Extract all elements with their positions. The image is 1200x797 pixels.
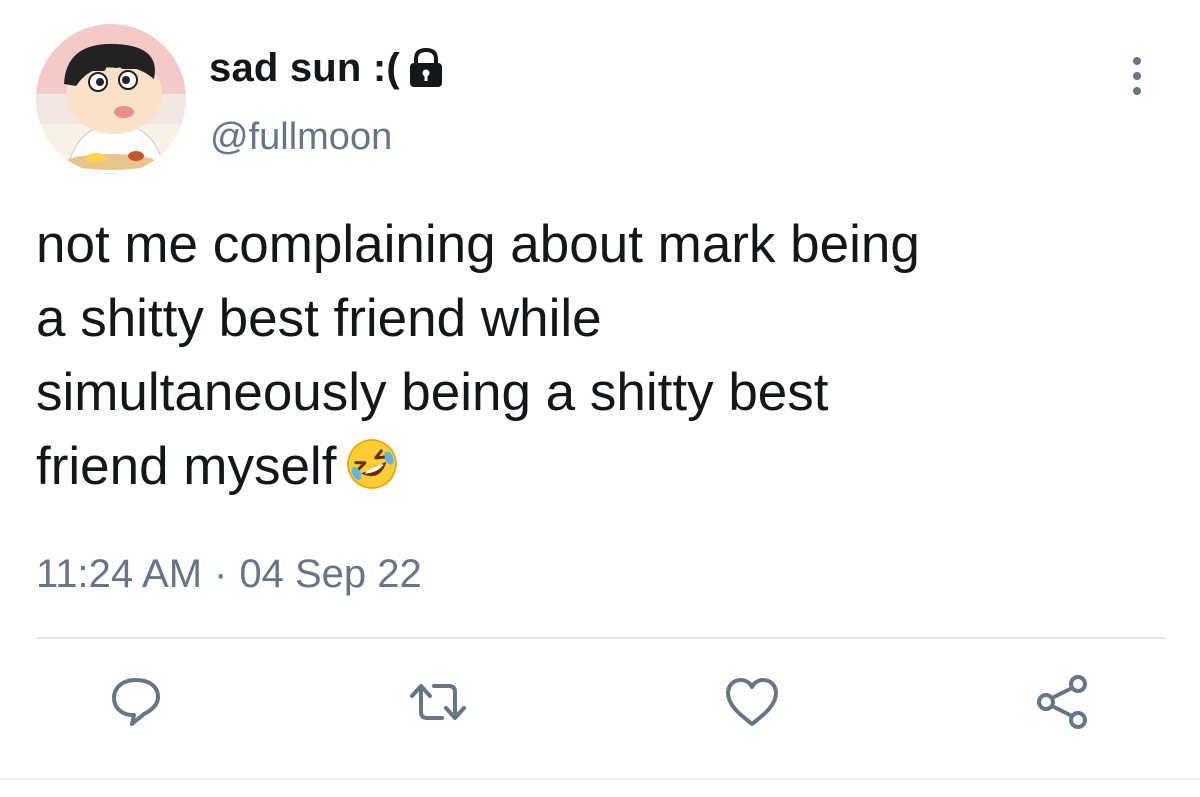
display-name-row[interactable]: sad sun :( — [209, 40, 446, 96]
action-bar — [0, 672, 1200, 742]
display-name[interactable]: sad sun :( — [209, 46, 400, 91]
retweet-icon — [410, 684, 466, 720]
tweet-card: sad sun :( @fullmoon not me complaining … — [0, 0, 1200, 797]
rolling-laughing-emoji-icon — [346, 436, 398, 489]
retweet-button[interactable] — [408, 672, 468, 732]
avatar-cartoon-icon — [36, 24, 186, 174]
tweet-text: not me complaining about mark being a sh… — [36, 208, 1166, 504]
user-handle[interactable]: @fullmoon — [210, 116, 392, 159]
avatar[interactable] — [36, 24, 186, 174]
bottom-border — [0, 778, 1200, 780]
tweet-text-body: not me complaining about mark being a sh… — [36, 215, 920, 496]
tweet-time[interactable]: 11:24 AM — [36, 552, 202, 597]
tweet-date[interactable]: 04 Sep 22 — [239, 552, 421, 597]
tweet-timestamp[interactable]: 11:24 AM · 04 Sep 22 — [36, 552, 422, 597]
share-button[interactable] — [1034, 672, 1094, 732]
more-options-icon[interactable] — [1122, 54, 1152, 98]
reply-button[interactable] — [106, 672, 166, 732]
heart-icon — [726, 678, 778, 726]
share-icon — [1037, 675, 1087, 729]
reply-icon — [112, 678, 160, 726]
lock-icon — [406, 46, 446, 90]
divider — [36, 637, 1166, 639]
like-button[interactable] — [722, 672, 782, 732]
meta-separator: · — [214, 552, 228, 596]
